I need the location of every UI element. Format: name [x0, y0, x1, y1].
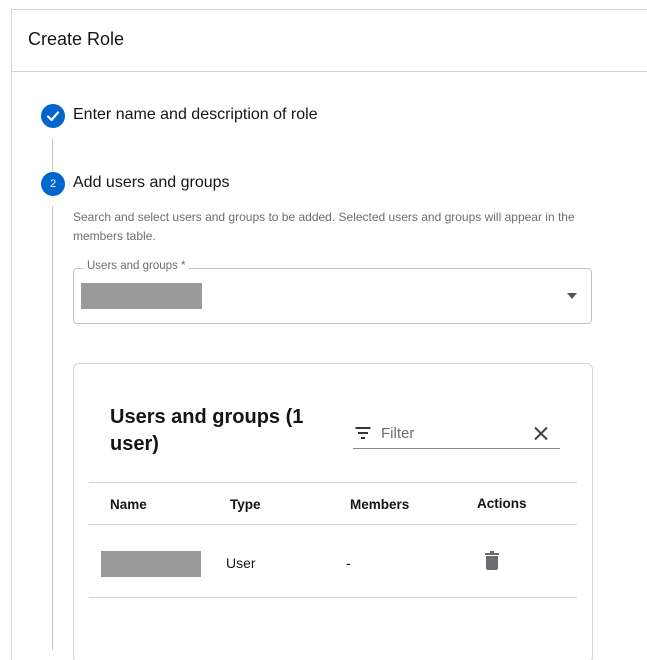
column-header-members[interactable]: Members	[350, 497, 409, 512]
table-divider	[89, 597, 577, 598]
wizard-step-connector	[52, 206, 53, 650]
filter-field[interactable]	[353, 419, 560, 449]
step-2-number-badge: 2	[41, 172, 65, 196]
table-row-type: User	[226, 555, 256, 571]
wizard-step-connector	[52, 138, 53, 170]
filter-icon	[355, 426, 371, 440]
table-divider	[89, 524, 577, 525]
close-icon[interactable]	[534, 426, 548, 440]
trash-icon[interactable]	[485, 551, 499, 571]
users-and-groups-select[interactable]: Users and groups *	[73, 260, 592, 324]
add-users-helper-text: Search and select users and groups to be…	[73, 210, 575, 243]
step-1-title: Enter name and description of role	[73, 106, 318, 123]
users-and-groups-label: Users and groups *	[83, 260, 190, 272]
column-header-name[interactable]: Name	[110, 497, 147, 512]
column-header-type[interactable]: Type	[230, 497, 261, 512]
column-header-actions: Actions	[477, 496, 527, 511]
selected-user-chip-redacted[interactable]	[81, 283, 202, 309]
step-2-title: Add users and groups	[73, 174, 230, 191]
filter-input[interactable]	[381, 423, 521, 443]
members-table-title: Users and groups (1 user)	[110, 406, 304, 455]
page-header: Create Role	[12, 10, 647, 72]
members-table-card: Users and groups (1 user) Name Type Memb…	[73, 363, 593, 660]
page-title: Create Role	[28, 29, 125, 49]
table-row-members: -	[346, 555, 351, 571]
chevron-down-icon[interactable]	[567, 293, 577, 299]
step-1-complete-check-icon	[41, 104, 65, 128]
table-divider	[89, 482, 577, 483]
table-row-name-redacted	[101, 551, 201, 577]
